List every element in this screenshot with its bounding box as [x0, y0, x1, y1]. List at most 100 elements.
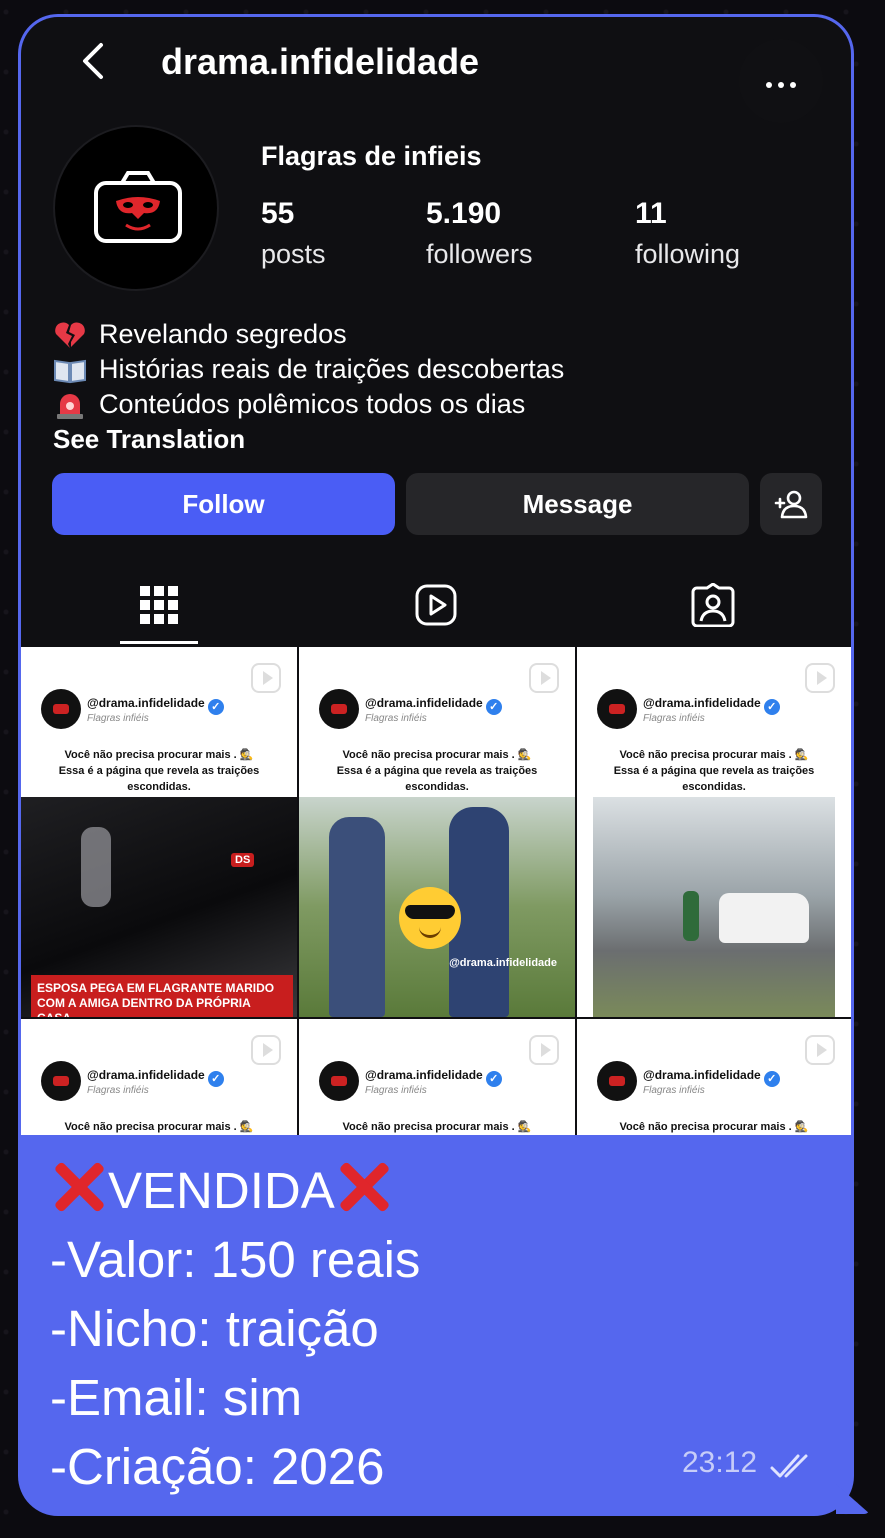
- bio-line: Conteúdos polêmicos todos os dias: [53, 387, 813, 422]
- stat-posts[interactable]: 55 posts: [261, 197, 326, 270]
- grid-post[interactable]: @drama.infidelidade ✓ Flagras infiéis Voc…: [577, 647, 851, 1017]
- profile-tabs: [21, 563, 851, 647]
- verified-badge-icon: ✓: [485, 1071, 502, 1087]
- bio-line: Histórias reais de traições descobertas: [53, 352, 813, 387]
- bio-line: Revelando segredos: [53, 317, 813, 352]
- post-tagline: Você não precisa procurar mais . 🕵 Essa …: [58, 749, 260, 793]
- tab-tagged[interactable]: [575, 563, 851, 647]
- reel-indicator-icon: [529, 1035, 559, 1065]
- stat-following[interactable]: 11 following: [635, 197, 740, 270]
- email-line: -Email: sim: [50, 1369, 303, 1426]
- bio-text: Conteúdos polêmicos todos os dias: [99, 389, 526, 419]
- profile-display-name: Flagras de infieis: [261, 141, 482, 171]
- verified-badge-icon: ✓: [763, 1071, 780, 1087]
- post-tagline: Você não precisa procurar mais . 🕵: [64, 1121, 254, 1133]
- grid-post[interactable]: @drama.infidelidade ✓ Flagras infiéis Voc…: [299, 647, 575, 1017]
- tab-posts-grid[interactable]: [21, 563, 297, 647]
- mini-avatar: [319, 1061, 359, 1101]
- followers-label: followers: [426, 239, 533, 269]
- post-subtitle: Flagras infiéis: [643, 713, 705, 724]
- instagram-screenshot[interactable]: drama.infidelidade Flagras de infieis 55…: [21, 17, 851, 1135]
- active-tab-indicator: [120, 641, 198, 644]
- reel-indicator-icon: [805, 663, 835, 693]
- sold-status-line: VENDIDA: [50, 1156, 810, 1225]
- profile-header: drama.infidelidade: [21, 17, 851, 123]
- post-caption: ESPOSA PEGA EM FLAGRANTE MARIDO COM A AM…: [31, 975, 293, 1017]
- reel-indicator-icon: [251, 1035, 281, 1065]
- see-translation-link[interactable]: See Translation: [53, 422, 813, 457]
- tab-reels[interactable]: [298, 563, 574, 647]
- post-image: [593, 797, 835, 1017]
- mini-avatar: [597, 689, 637, 729]
- post-header: @drama.infidelidade ✓ Flagras infiéis Voc…: [21, 1019, 297, 1135]
- follow-button[interactable]: Follow: [52, 473, 395, 535]
- mini-avatar: [319, 689, 359, 729]
- post-badge: DS: [231, 853, 255, 867]
- grid-post[interactable]: @drama.infidelidade ✓ Flagras infiéis Voc…: [577, 1019, 851, 1135]
- post-header: @drama.infidelidade ✓ Flagras infiéis Voc…: [577, 647, 851, 797]
- verified-badge-icon: ✓: [763, 699, 780, 715]
- message-bubble[interactable]: drama.infidelidade Flagras de infieis 55…: [18, 14, 854, 1516]
- verified-badge-icon: ✓: [207, 699, 224, 715]
- person-silhouette: [81, 827, 111, 907]
- broken-heart-icon: [53, 320, 87, 350]
- open-book-icon: [53, 355, 87, 385]
- mini-avatar: [597, 1061, 637, 1101]
- post-subtitle: Flagras infiéis: [365, 1085, 427, 1096]
- more-options-icon[interactable]: [739, 39, 823, 123]
- niche-line: -Nicho: traição: [50, 1300, 379, 1357]
- post-subtitle: Flagras infiéis: [87, 1085, 149, 1096]
- red-x-icon: [50, 1158, 108, 1216]
- person-silhouette: [683, 891, 699, 941]
- mini-avatar: [41, 1061, 81, 1101]
- car-shape: [719, 893, 809, 943]
- posts-label: posts: [261, 239, 326, 269]
- post-subtitle: Flagras infiéis: [643, 1085, 705, 1096]
- posts-grid: @drama.infidelidade ✓ Flagras infiéis Voc…: [21, 647, 851, 1135]
- post-header: @drama.infidelidade ✓ Flagras infiéis Voc…: [21, 647, 297, 797]
- grid-post[interactable]: @drama.infidelidade ✓ Flagras infiéis Voc…: [21, 647, 297, 1017]
- post-tagline: Você não precisa procurar mais . 🕵 Essa …: [336, 749, 538, 793]
- post-subtitle: Flagras infiéis: [87, 713, 149, 724]
- followers-count: 5.190: [426, 197, 502, 230]
- siren-icon: [53, 390, 87, 420]
- profile-avatar[interactable]: [53, 125, 219, 291]
- sunglasses-emoji-icon: [399, 887, 461, 949]
- bio-text: Revelando segredos: [99, 319, 347, 349]
- stat-followers[interactable]: 5.190 followers: [426, 197, 533, 270]
- grid-icon: [140, 586, 178, 624]
- mini-avatar: [41, 689, 81, 729]
- message-button[interactable]: Message: [406, 473, 749, 535]
- back-icon[interactable]: [73, 39, 117, 83]
- post-header: @drama.infidelidade ✓ Flagras infiéis Voc…: [577, 1019, 851, 1135]
- person-silhouette: [329, 817, 385, 1017]
- post-tagline: Você não precisa procurar mais . 🕵: [342, 1121, 532, 1133]
- add-user-icon: [774, 490, 808, 519]
- post-image: @drama.infidelidade: [299, 797, 575, 1017]
- profile-bio: Revelando segredos Histórias reais de tr…: [53, 317, 813, 457]
- following-count: 11: [635, 197, 667, 230]
- tagged-icon: [691, 583, 735, 627]
- verified-badge-icon: ✓: [207, 1071, 224, 1087]
- reel-indicator-icon: [251, 663, 281, 693]
- reel-indicator-icon: [805, 1035, 835, 1065]
- post-subtitle: Flagras infiéis: [365, 713, 427, 724]
- camera-mask-icon: [94, 171, 182, 243]
- following-label: following: [635, 239, 741, 269]
- post-tagline: Você não precisa procurar mais . 🕵: [619, 1121, 809, 1133]
- post-header: @drama.infidelidade ✓ Flagras infiéis Voc…: [299, 1019, 575, 1135]
- grid-post[interactable]: @drama.infidelidade ✓ Flagras infiéis Voc…: [299, 1019, 575, 1135]
- post-watermark: @drama.infidelidade: [449, 957, 557, 969]
- post-image: DS ESPOSA PEGA EM FLAGRANTE MARIDO COM A…: [21, 797, 297, 1017]
- message-timestamp: 23:12: [682, 1446, 758, 1479]
- grid-post[interactable]: @drama.infidelidade ✓ Flagras infiéis Voc…: [21, 1019, 297, 1135]
- price-line: -Valor: 150 reais: [50, 1231, 421, 1288]
- reels-icon: [415, 584, 457, 626]
- add-user-button[interactable]: [760, 473, 822, 535]
- bio-text: Histórias reais de traições descobertas: [99, 354, 565, 384]
- verified-badge-icon: ✓: [485, 699, 502, 715]
- posts-count: 55: [261, 197, 295, 230]
- read-receipt-icon: [770, 1454, 808, 1478]
- profile-username: drama.infidelidade: [161, 41, 480, 82]
- post-tagline: Você não precisa procurar mais . 🕵 Essa …: [613, 749, 815, 793]
